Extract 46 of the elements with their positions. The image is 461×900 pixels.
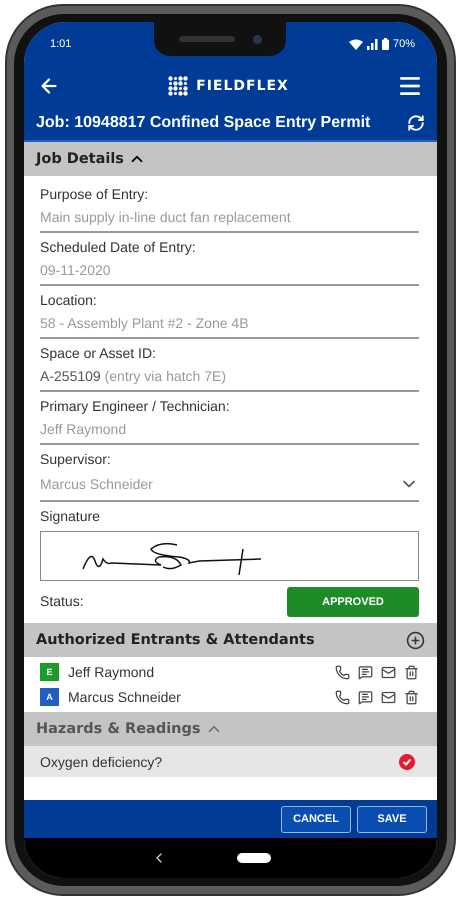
field-label: Scheduled Date of Entry: (40, 238, 197, 257)
sync-button[interactable] (407, 114, 425, 132)
signal-icon (366, 38, 378, 50)
wifi-icon (348, 38, 363, 50)
role-badge: A (40, 688, 59, 706)
field-label: Space or Asset ID: (40, 344, 157, 363)
field-label: Status: (40, 592, 84, 611)
field-value[interactable]: 09-11-2020 (40, 262, 111, 278)
trash-icon[interactable] (404, 664, 419, 680)
mail-icon[interactable] (381, 664, 396, 680)
field-value[interactable]: Jeff Raymond (40, 421, 126, 437)
message-icon[interactable] (358, 690, 373, 704)
section-header: Authorized Entrants & Attendants (24, 623, 437, 657)
battery-percent: 70% (392, 38, 415, 50)
entrant-name: Marcus Schneider (68, 689, 181, 705)
message-icon[interactable] (358, 664, 373, 680)
status-button[interactable]: APPROVED (287, 587, 419, 617)
hazards-toggle[interactable]: Hazards & Readings (36, 720, 223, 738)
cancel-button[interactable]: CANCEL (281, 806, 351, 832)
add-button[interactable] (406, 630, 425, 650)
field-value[interactable]: Main supply in-line duct fan replacement (40, 209, 291, 225)
field-label: Supervisor: (40, 450, 112, 469)
signature-pad[interactable] (40, 531, 419, 581)
phone-icon[interactable] (335, 664, 350, 680)
save-button[interactable]: SAVE (357, 806, 427, 832)
job-title: Job: 10948817 Confined Space Entry Permit (36, 114, 370, 132)
job-details-toggle[interactable]: Job Details (36, 150, 146, 168)
entrant-name: Jeff Raymond (68, 664, 154, 680)
checkbox[interactable] (399, 754, 415, 770)
trash-icon[interactable] (404, 690, 419, 704)
field-value[interactable]: 58 - Assembly Plant #2 - Zone 4B (40, 315, 249, 331)
field-label: Purpose of Entry: (40, 185, 150, 204)
status-time: 1:01 (50, 38, 72, 50)
supervisor-dropdown[interactable]: Marcus Schneider (40, 472, 419, 502)
field-label: Location: (40, 291, 98, 310)
logo-icon (168, 76, 188, 96)
field-value[interactable]: A-255109 (entry via hatch 7E) (40, 368, 226, 384)
mail-icon[interactable] (381, 690, 396, 704)
home-pill[interactable] (236, 853, 270, 863)
phone-icon[interactable] (335, 690, 350, 704)
hazard-question: Oxygen deficiency? (40, 754, 162, 770)
role-badge: E (40, 663, 59, 681)
field-label: Primary Engineer / Technician: (40, 397, 231, 416)
brand-name: FIELDFLEX (196, 78, 289, 94)
battery-icon (382, 38, 389, 50)
field-label: Signature (40, 507, 101, 526)
